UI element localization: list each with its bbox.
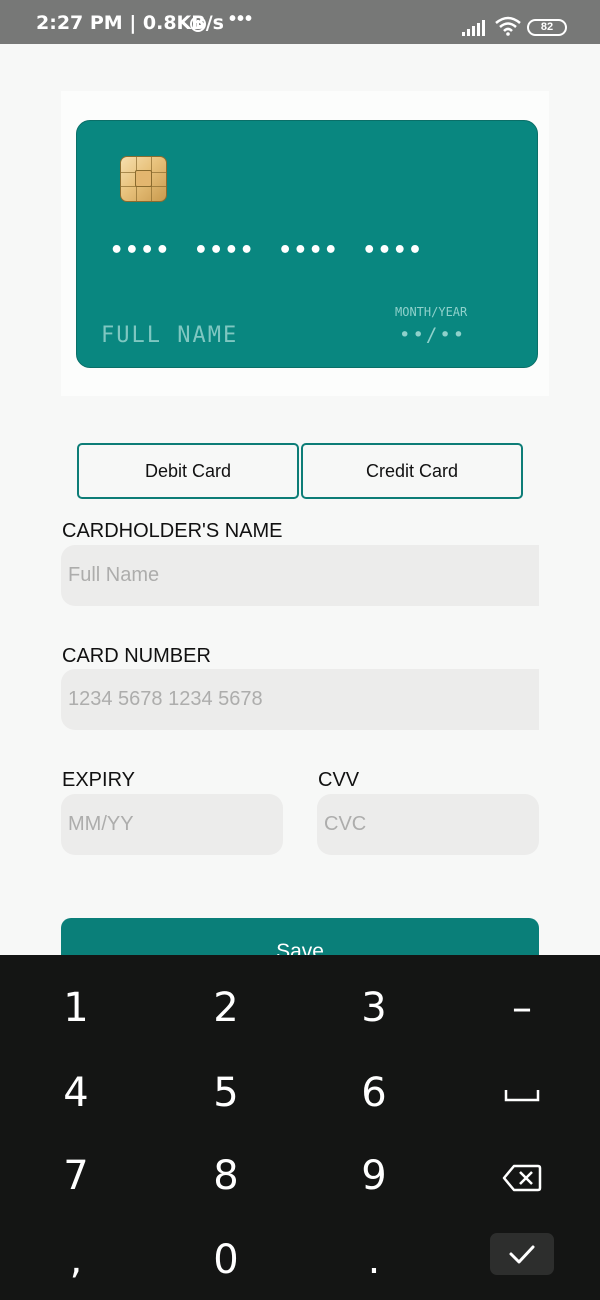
key-comma[interactable]: ,: [36, 1230, 116, 1290]
wifi-icon: [495, 16, 521, 36]
more-notifications-icon: •••: [229, 8, 254, 30]
expiry-label: EXPIRY: [62, 769, 135, 791]
cardholder-name-input[interactable]: Full Name: [61, 545, 539, 606]
card-preview-container: •••• •••• •••• •••• FULL NAME MONTH/YEAR…: [61, 91, 549, 396]
key-5[interactable]: 5: [186, 1063, 266, 1123]
card-expiry-label: MONTH/YEAR: [395, 305, 468, 319]
key-4[interactable]: 4: [36, 1063, 116, 1123]
card-number-placeholder: 1234 5678 1234 5678: [68, 688, 263, 710]
key-minus[interactable]: –: [482, 978, 562, 1038]
key-3[interactable]: 3: [334, 978, 414, 1038]
card-holder-preview: FULL NAME: [101, 323, 239, 348]
space-icon: [504, 1090, 540, 1102]
enter-check-icon: [509, 1245, 535, 1264]
battery-icon: 82: [527, 19, 567, 36]
backspace-icon: [502, 1164, 542, 1192]
expiry-placeholder: MM/YY: [68, 813, 134, 835]
card-number-input[interactable]: 1234 5678 1234 5678: [61, 669, 539, 730]
numeric-keyboard: 1 2 3 – 4 5 6 7 8 9 , 0 .: [0, 955, 600, 1300]
key-6[interactable]: 6: [334, 1063, 414, 1123]
key-9[interactable]: 9: [334, 1146, 414, 1206]
enter-key[interactable]: [490, 1233, 554, 1275]
backspace-key[interactable]: [482, 1146, 562, 1206]
space-key[interactable]: [482, 1063, 562, 1123]
card-expiry-preview: ••/••: [399, 324, 467, 346]
cvv-input[interactable]: CVC: [317, 794, 539, 855]
cvv-placeholder: CVC: [324, 813, 367, 835]
status-bar: 2:27 PM | 0.8KB/s ••• 82: [0, 0, 600, 44]
key-0[interactable]: 0: [186, 1230, 266, 1290]
key-8[interactable]: 8: [186, 1146, 266, 1206]
signal-icon: [462, 20, 488, 36]
alarm-icon: [190, 16, 206, 32]
cvv-label: CVV: [318, 769, 360, 791]
chip-icon: [120, 156, 167, 202]
cardholder-name-placeholder: Full Name: [68, 564, 160, 586]
key-1[interactable]: 1: [36, 978, 116, 1038]
card-number-preview: •••• •••• •••• ••••: [110, 238, 424, 263]
credit-card-button[interactable]: Credit Card: [301, 443, 523, 499]
debit-card-button[interactable]: Debit Card: [77, 443, 299, 499]
cardholder-name-label: CARDHOLDER'S NAME: [62, 520, 283, 542]
expiry-input[interactable]: MM/YY: [61, 794, 283, 855]
card-preview: •••• •••• •••• •••• FULL NAME MONTH/YEAR…: [76, 120, 538, 368]
key-2[interactable]: 2: [186, 978, 266, 1038]
key-7[interactable]: 7: [36, 1146, 116, 1206]
card-number-label: CARD NUMBER: [62, 645, 211, 667]
key-period[interactable]: .: [334, 1230, 414, 1290]
